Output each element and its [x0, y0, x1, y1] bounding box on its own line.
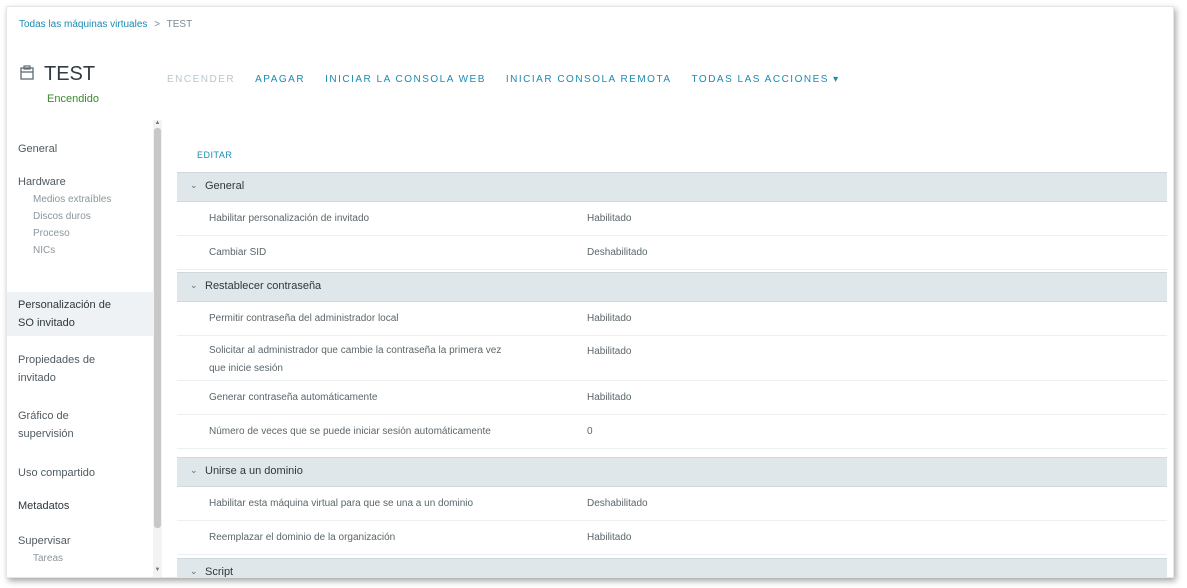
sidebar-nav: General Hardware Medios extraíbles Disco…: [7, 120, 153, 577]
property-row: Habilitar esta máquina virtual para que …: [177, 487, 1167, 521]
vm-name: TEST: [44, 63, 96, 85]
section-title: General: [205, 180, 245, 192]
vm-details-window: Todas las máquinas virtuales > TEST TEST…: [6, 6, 1174, 578]
property-value: Deshabilitado: [587, 498, 648, 509]
sidebar-item-supervise[interactable]: Supervisar: [18, 532, 71, 550]
power-on-button[interactable]: ENCENDER: [167, 74, 235, 85]
property-value: Habilitado: [587, 213, 632, 224]
sidebar-item-guest-properties[interactable]: Propiedades de invitado: [18, 351, 95, 387]
action-bar: ENCENDER APAGAR INICIAR LA CONSOLA WEB I…: [167, 74, 860, 85]
property-row: Solicitar al administrador que cambie la…: [177, 336, 1167, 381]
sidebar-item-label: SO invitado: [18, 317, 75, 329]
property-value: 0: [587, 426, 593, 437]
section-header-script[interactable]: ⌄ Script: [177, 558, 1167, 578]
breadcrumb-separator: >: [154, 19, 161, 30]
power-off-button[interactable]: APAGAR: [255, 74, 305, 85]
sidebar-item-nics[interactable]: NICs: [33, 242, 55, 260]
sidebar-item-label: Personalización de: [18, 299, 111, 311]
property-label: Habilitar esta máquina virtual para que …: [209, 498, 474, 509]
property-value: Deshabilitado: [587, 247, 648, 258]
section-title: Unirse a un dominio: [205, 465, 303, 477]
property-label: Número de veces que se puede iniciar ses…: [209, 426, 491, 437]
property-row: Habilitar personalización de invitado Ha…: [177, 202, 1167, 236]
sidebar-item-guest-os-customization[interactable]: Personalización de SO invitado: [18, 296, 111, 332]
edit-button[interactable]: EDITAR: [197, 150, 232, 160]
property-label: Cambiar SID: [209, 247, 267, 258]
property-value: Habilitado: [587, 313, 632, 324]
breadcrumb-link-all-vms[interactable]: Todas las máquinas virtuales: [19, 19, 147, 30]
section-header-general[interactable]: ⌄ General: [177, 172, 1167, 202]
scroll-up-arrow-icon[interactable]: ▲: [153, 120, 162, 126]
property-label: Habilitar personalización de invitado: [209, 213, 370, 224]
sidebar-item-label: Propiedades de: [18, 354, 96, 366]
launch-remote-console-button[interactable]: INICIAR CONSOLA REMOTA: [506, 74, 672, 85]
property-row: Permitir contraseña del administrador lo…: [177, 302, 1167, 336]
property-label: Generar contraseña automáticamente: [209, 392, 378, 403]
sidebar-item-sharing[interactable]: Uso compartido: [18, 464, 95, 482]
chevron-down-icon: ⌄: [190, 180, 198, 190]
sidebar-item-general[interactable]: General: [18, 140, 57, 158]
sidebar-scrollbar[interactable]: ▲ ▼: [153, 120, 162, 577]
property-label: Reemplazar el dominio de la organización: [209, 532, 396, 543]
sidebar-item-hardware[interactable]: Hardware: [18, 173, 66, 191]
property-label-continued: que inicie sesión: [209, 363, 283, 374]
launch-web-console-button[interactable]: INICIAR LA CONSOLA WEB: [325, 74, 486, 85]
property-value: Habilitado: [587, 532, 632, 543]
property-label: Permitir contraseña del administrador lo…: [209, 313, 399, 324]
property-row: Reemplazar el dominio de la organización…: [177, 521, 1167, 555]
scroll-down-arrow-icon[interactable]: ▼: [153, 567, 162, 573]
property-row: Cambiar SID Deshabilitado: [177, 236, 1167, 270]
property-value: Habilitado: [587, 346, 632, 357]
section-header-join-domain[interactable]: ⌄ Unirse a un dominio: [177, 457, 1167, 487]
property-row: Generar contraseña automáticamente Habil…: [177, 381, 1167, 415]
breadcrumb-current: TEST: [166, 19, 193, 30]
scrollbar-thumb[interactable]: [154, 128, 161, 528]
sidebar-item-monitoring-chart[interactable]: Gráfico de supervisión: [18, 407, 74, 443]
vm-power-status: Encendido: [47, 93, 99, 105]
property-label: Solicitar al administrador que cambie la…: [209, 345, 502, 356]
all-actions-dropdown[interactable]: TODAS LAS ACCIONES ▾: [692, 74, 840, 85]
chevron-down-icon: ⌄: [190, 465, 198, 475]
sidebar-item-compute[interactable]: Proceso: [33, 225, 70, 243]
property-value: Habilitado: [587, 392, 632, 403]
sidebar-item-label: supervisión: [18, 428, 74, 440]
section-title: Script: [205, 566, 234, 578]
sidebar-item-metadata[interactable]: Metadatos: [18, 497, 69, 515]
sidebar-item-hard-disks[interactable]: Discos duros: [33, 208, 91, 226]
breadcrumb: Todas las máquinas virtuales > TEST: [19, 19, 192, 30]
sidebar-item-label: Gráfico de: [18, 410, 69, 422]
section-header-reset-password[interactable]: ⌄ Restablecer contraseña: [177, 272, 1167, 302]
chevron-down-icon: ⌄: [190, 280, 198, 290]
vm-icon: [19, 65, 35, 81]
chevron-down-icon: ⌄: [190, 566, 198, 576]
property-row: Número de veces que se puede iniciar ses…: [177, 415, 1167, 449]
section-title: Restablecer contraseña: [205, 280, 322, 292]
sidebar-item-removable-media[interactable]: Medios extraíbles: [33, 191, 111, 209]
sidebar-item-tasks[interactable]: Tareas: [33, 550, 63, 568]
sidebar-item-label: invitado: [18, 372, 56, 384]
